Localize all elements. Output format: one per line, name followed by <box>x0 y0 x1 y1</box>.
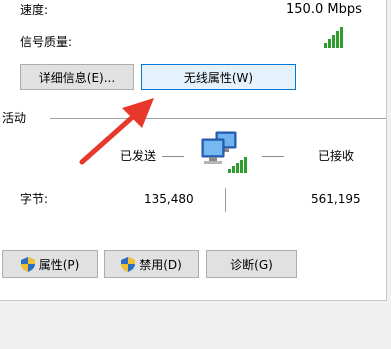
bytes-divider <box>225 188 226 212</box>
properties-button[interactable]: 属性(P) <box>2 250 98 278</box>
bytes-label: 字节: <box>20 192 49 206</box>
panel-right-border <box>386 0 387 300</box>
signal-quality-label: 信号质量: <box>20 35 73 49</box>
speed-label: 速度: <box>20 3 49 17</box>
bytes-received-value: 561,195 <box>311 192 361 206</box>
activity-section-label: 活动 <box>2 111 27 125</box>
panel-bottom-border <box>0 300 387 301</box>
disable-button[interactable]: 禁用(D) <box>104 250 199 278</box>
uac-shield-icon <box>20 256 35 272</box>
diagnose-button[interactable]: 诊断(G) <box>206 250 297 278</box>
network-computers-icon <box>201 131 247 173</box>
details-button[interactable]: 详细信息(E)... <box>20 64 134 90</box>
signal-bars-icon <box>324 26 343 48</box>
disable-button-label: 禁用(D) <box>139 257 182 272</box>
details-button-label: 详细信息(E)... <box>38 70 116 85</box>
properties-button-label: 属性(P) <box>38 257 80 272</box>
sent-dash <box>162 156 184 157</box>
diagnose-button-label: 诊断(G) <box>230 257 273 272</box>
bytes-sent-value: 135,480 <box>144 192 194 206</box>
wireless-properties-button[interactable]: 无线属性(W) <box>141 64 296 90</box>
received-dash <box>262 156 284 157</box>
red-arrow-annotation <box>79 98 154 165</box>
uac-shield-icon <box>121 256 136 272</box>
wireless-properties-button-label: 无线属性(W) <box>183 70 254 85</box>
received-label: 已接收 <box>318 149 355 163</box>
speed-value: 150.0 Mbps <box>286 2 362 17</box>
